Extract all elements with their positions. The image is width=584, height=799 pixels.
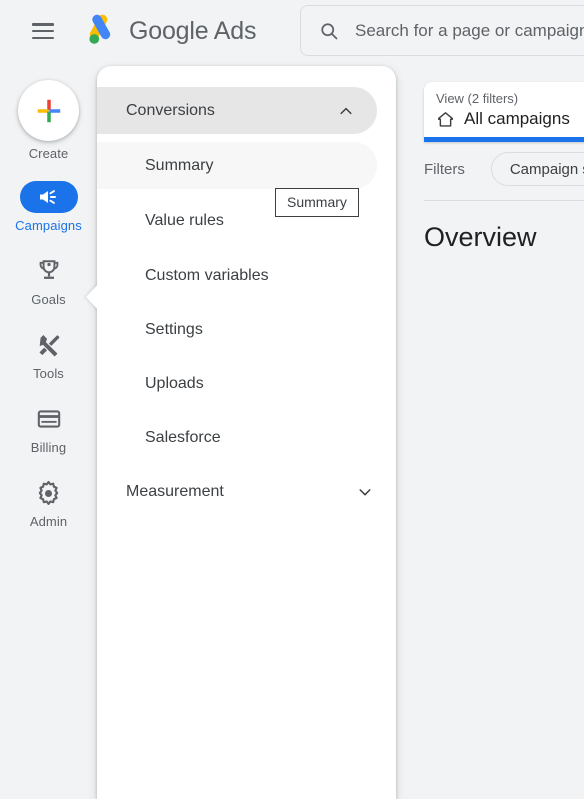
hamburger-line <box>32 29 54 33</box>
filter-row: Filters Campaign st <box>424 152 584 186</box>
home-icon <box>437 111 454 127</box>
chevron-up-icon <box>340 107 352 114</box>
create-button-circle[interactable] <box>18 80 79 141</box>
sidebar-item-admin[interactable]: Admin <box>0 477 97 529</box>
gear-icon <box>38 480 59 505</box>
content-divider <box>424 200 584 201</box>
campaigns-icon-pill <box>19 181 78 213</box>
hamburger-line <box>32 36 54 39</box>
menu-item-summary[interactable]: Summary <box>97 142 377 189</box>
menu-item-salesforce[interactable]: Salesforce <box>97 414 396 461</box>
search-input[interactable]: Search for a page or campaign <box>300 5 584 56</box>
sidebar-label-billing: Billing <box>30 440 67 455</box>
menu-group-conversions[interactable]: Conversions <box>97 87 377 134</box>
left-nav-rail: Create Campaigns Goals Tools Billing Adm… <box>0 62 97 799</box>
menu-item-custom-variables[interactable]: Custom variables <box>97 252 396 299</box>
google-ads-logo[interactable]: Google Ads <box>82 14 256 48</box>
menu-item-label-salesforce: Salesforce <box>145 428 221 446</box>
hamburger-line <box>32 23 54 26</box>
tooltip-summary: Summary <box>275 188 359 217</box>
menu-item-settings[interactable]: Settings <box>97 306 396 353</box>
google-ads-logo-icon <box>89 14 111 44</box>
brand-ads: Ads <box>213 16 257 45</box>
filters-label: Filters <box>424 160 465 178</box>
admin-icon-pill <box>20 477 78 509</box>
flyout-pointer <box>86 283 99 311</box>
search-placeholder-text: Search for a page or campaign <box>355 20 584 40</box>
menu-group-label-measurement: Measurement <box>126 482 224 500</box>
menu-item-label-summary: Summary <box>145 156 214 174</box>
hamburger-menu-icon[interactable] <box>32 23 54 39</box>
trophy-icon <box>39 260 58 279</box>
chevron-down-icon <box>359 488 371 495</box>
menu-item-label-settings: Settings <box>145 320 203 338</box>
sidebar-item-tools[interactable]: Tools <box>0 329 97 381</box>
view-title: All campaigns <box>464 109 570 128</box>
sidebar-label-create: Create <box>28 146 69 161</box>
sidebar-label-goals: Goals <box>31 292 66 307</box>
tools-icon-pill <box>20 329 78 361</box>
brand-text: Google Ads <box>129 17 256 46</box>
menu-item-label-value-rules: Value rules <box>145 211 224 229</box>
plus-icon <box>37 99 60 122</box>
sidebar-item-campaigns[interactable]: Campaigns <box>0 181 97 233</box>
sidebar-item-goals[interactable]: Goals <box>0 255 97 307</box>
sidebar-label-campaigns: Campaigns <box>15 218 82 233</box>
app-root: Google Ads Search for a page or campaign <box>0 0 584 799</box>
view-selector-card[interactable]: View (2 filters) All campaigns <box>424 82 584 142</box>
billing-icon-pill <box>20 403 78 435</box>
top-header: Google Ads Search for a page or campaign <box>0 0 584 62</box>
sidebar-item-billing[interactable]: Billing <box>0 403 97 455</box>
view-subtitle: View (2 filters) <box>436 91 519 106</box>
menu-item-label-uploads: Uploads <box>145 374 204 392</box>
credit-card-icon <box>37 410 60 428</box>
megaphone-icon <box>39 190 56 204</box>
filter-chip-campaign-status[interactable]: Campaign st <box>490 152 584 186</box>
sidebar-label-tools: Tools <box>33 366 64 381</box>
sidebar-label-admin: Admin <box>29 514 68 529</box>
menu-item-label-custom-variables: Custom variables <box>145 266 269 284</box>
search-icon <box>321 22 338 39</box>
sidebar-item-create[interactable]: Create <box>0 80 97 161</box>
menu-group-label-conversions: Conversions <box>126 101 215 119</box>
menu-item-uploads[interactable]: Uploads <box>97 360 396 407</box>
menu-group-measurement[interactable]: Measurement <box>97 468 396 515</box>
goals-icon-pill <box>20 255 78 287</box>
brand-google: Google <box>129 16 209 45</box>
view-active-underline <box>424 137 584 142</box>
view-main-row: All campaigns <box>436 109 584 137</box>
page-title: Overview <box>424 222 537 252</box>
conversions-flyout-menu: Conversions Summary Value rules Custom v… <box>97 66 396 799</box>
tools-icon <box>38 335 60 357</box>
